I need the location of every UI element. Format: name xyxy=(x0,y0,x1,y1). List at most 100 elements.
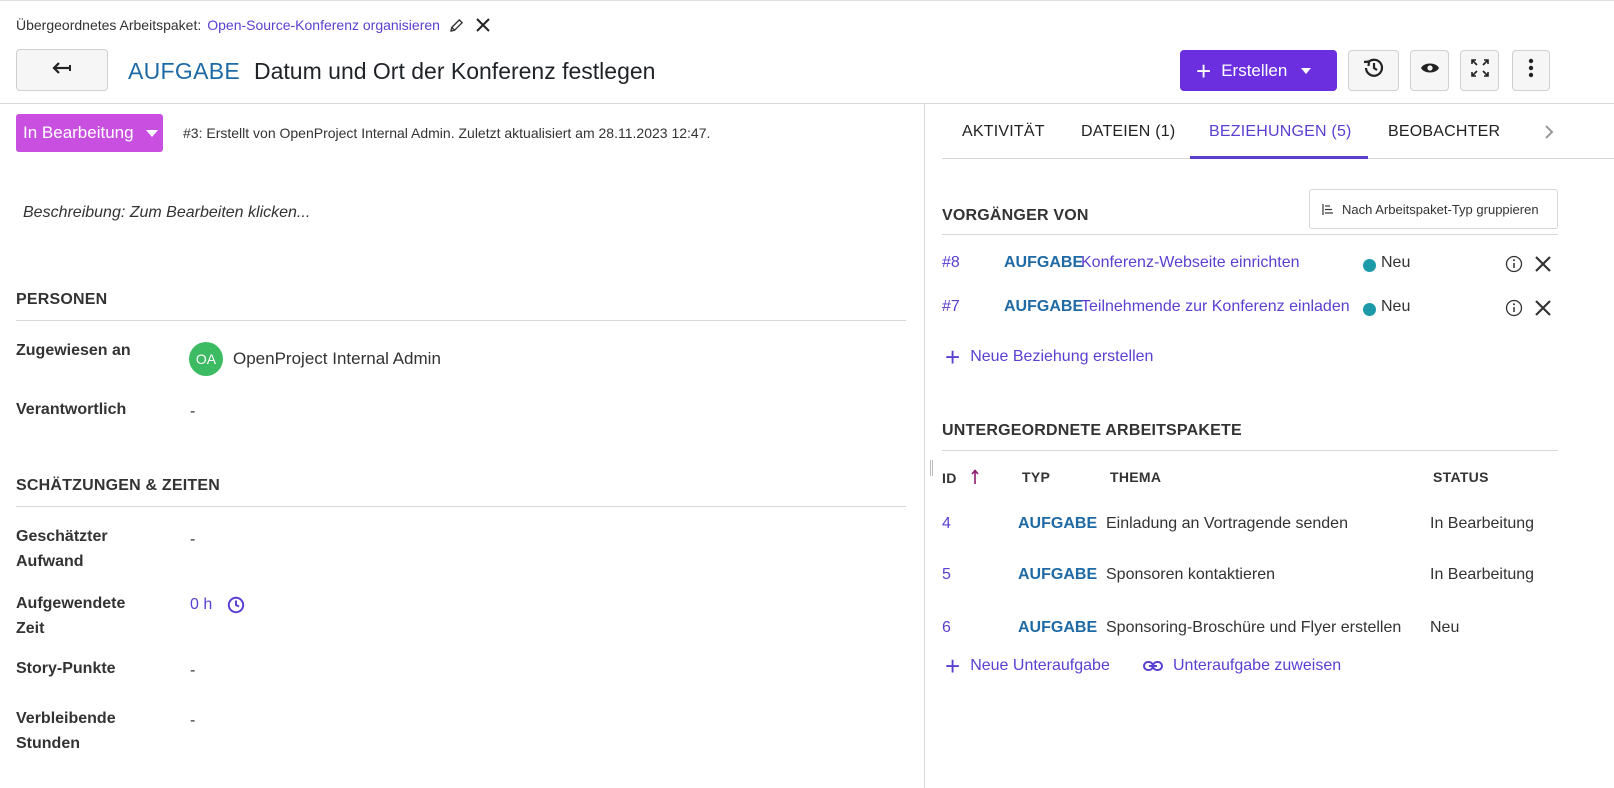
plus-icon: + xyxy=(1196,55,1212,86)
caret-down-icon xyxy=(1301,67,1312,74)
plus-icon: + xyxy=(945,342,961,372)
relation-id[interactable]: #8 xyxy=(942,254,960,272)
active-tab-indicator xyxy=(1190,156,1368,159)
remaining-field[interactable]: - xyxy=(190,712,195,730)
relation-status: Neu xyxy=(1381,254,1411,271)
assign-child-link[interactable]: Unteraufgabe zuweisen xyxy=(1143,657,1341,675)
estimated-label: Geschätzter Aufwand xyxy=(16,524,108,574)
status-label: In Bearbeitung xyxy=(23,123,134,142)
create-button[interactable]: + Erstellen xyxy=(1180,50,1337,91)
column-header-id[interactable]: ID xyxy=(942,469,979,488)
child-type: AUFGABE xyxy=(1018,515,1098,532)
column-header-type[interactable]: TYP xyxy=(1022,469,1050,485)
estimated-label-line2: Aufwand xyxy=(16,553,84,570)
child-status[interactable]: In Bearbeitung xyxy=(1430,566,1534,584)
status-dot xyxy=(1363,259,1376,272)
spent-value: 0 h xyxy=(190,596,213,613)
tab-watchers[interactable]: BEOBACHTER xyxy=(1388,104,1500,159)
section-divider xyxy=(16,506,906,507)
remove-icon[interactable] xyxy=(1534,299,1552,322)
sort-arrow-up-icon xyxy=(971,469,979,488)
column-header-id-label: ID xyxy=(942,470,957,486)
section-divider xyxy=(16,320,906,321)
child-status[interactable]: In Bearbeitung xyxy=(1430,515,1534,533)
estimated-label-line1: Geschätzter xyxy=(16,528,108,545)
story-points-field[interactable]: - xyxy=(190,662,195,680)
chevron-right-icon[interactable] xyxy=(1540,120,1558,144)
group-by-label: Nach Arbeitspaket-Typ gruppieren xyxy=(1342,201,1539,217)
children-section-title: UNTERGEORDNETE ARBEITSPAKETE xyxy=(942,422,1242,439)
child-status[interactable]: Neu xyxy=(1430,619,1459,637)
more-vertical-icon xyxy=(1528,58,1534,83)
people-section-title: PERSONEN xyxy=(16,291,108,308)
relation-id[interactable]: #7 xyxy=(942,298,960,316)
remove-icon[interactable] xyxy=(1534,255,1552,278)
estimates-section-title: SCHÄTZUNGEN & ZEITEN xyxy=(16,477,220,494)
assigned-label: Zugewiesen an xyxy=(16,342,131,359)
parent-label: Übergeordnetes Arbeitspaket: xyxy=(16,17,202,33)
child-subject[interactable]: Sponsoring-Broschüre und Flyer erstellen xyxy=(1106,619,1401,637)
child-type: AUFGABE xyxy=(1018,566,1098,583)
assign-child-label: Unteraufgabe zuweisen xyxy=(1173,657,1342,674)
group-list-icon xyxy=(1322,203,1334,216)
new-relation-label: Neue Beziehung erstellen xyxy=(970,348,1154,365)
status-button[interactable]: In Bearbeitung xyxy=(16,114,163,152)
child-id[interactable]: 6 xyxy=(942,619,951,637)
new-relation-link[interactable]: + Neue Beziehung erstellen xyxy=(945,344,1153,370)
relation-type: AUFGABE xyxy=(1004,298,1084,315)
responsible-field[interactable]: - xyxy=(190,403,195,421)
clock-icon[interactable] xyxy=(227,596,245,614)
spent-label-line1: Aufgewendete xyxy=(16,595,126,612)
back-button[interactable] xyxy=(16,49,108,91)
section-divider xyxy=(942,450,1558,451)
child-id[interactable]: 5 xyxy=(942,566,951,584)
relation-status: Neu xyxy=(1381,298,1411,315)
watch-button[interactable] xyxy=(1410,50,1449,91)
column-header-subject[interactable]: THEMA xyxy=(1110,469,1161,485)
create-label: Erstellen xyxy=(1221,60,1288,80)
spent-label-line2: Zeit xyxy=(16,620,45,637)
pencil-icon[interactable] xyxy=(448,16,466,34)
fullscreen-icon xyxy=(1470,59,1489,82)
estimated-field[interactable]: - xyxy=(190,531,195,549)
info-icon[interactable] xyxy=(1505,255,1523,278)
child-subject[interactable]: Sponsoren kontaktieren xyxy=(1106,566,1275,584)
caret-down-icon xyxy=(145,129,158,137)
parent-work-package: Übergeordnetes Arbeitspaket: Open-Source… xyxy=(16,15,492,35)
resize-handle[interactable] xyxy=(930,460,933,476)
close-icon[interactable] xyxy=(474,16,492,34)
info-icon[interactable] xyxy=(1505,299,1523,322)
new-child-label: Neue Unteraufgabe xyxy=(970,657,1110,674)
work-package-type: AUFGABE xyxy=(128,58,241,84)
work-package-subject[interactable]: Datum und Ort der Konferenz festlegen xyxy=(254,58,655,85)
relation-subject[interactable]: Konferenz-Webseite einrichten xyxy=(1081,254,1359,272)
child-subject[interactable]: Einladung an Vortragende senden xyxy=(1106,515,1348,533)
tab-relations[interactable]: BEZIEHUNGEN (5) xyxy=(1209,104,1352,159)
spent-time-field[interactable]: 0 h xyxy=(190,596,245,614)
child-id[interactable]: 4 xyxy=(942,515,951,533)
activity-history-button[interactable] xyxy=(1348,50,1399,91)
more-actions-button[interactable] xyxy=(1512,50,1550,91)
tab-activity[interactable]: AKTIVITÄT xyxy=(962,104,1045,159)
fullscreen-button[interactable] xyxy=(1460,50,1499,91)
description-field[interactable]: Beschreibung: Zum Bearbeiten klicken... xyxy=(23,204,310,222)
assignee-field[interactable]: OpenProject Internal Admin xyxy=(233,349,441,369)
column-header-status[interactable]: STATUS xyxy=(1433,469,1489,485)
spent-label: Aufgewendete Zeit xyxy=(16,591,125,641)
responsible-label: Verantwortlich xyxy=(16,401,127,418)
eye-icon xyxy=(1420,61,1440,80)
tab-bar: AKTIVITÄT DATEIEN (1) BEZIEHUNGEN (5) BE… xyxy=(942,104,1614,159)
parent-link[interactable]: Open-Source-Konferenz organisieren xyxy=(207,17,440,33)
history-icon xyxy=(1362,56,1386,85)
tab-files[interactable]: DATEIEN (1) xyxy=(1081,104,1175,159)
new-child-link[interactable]: + Neue Unteraufgabe xyxy=(945,653,1110,679)
relation-subject[interactable]: Teilnehmende zur Konferenz einladen xyxy=(1081,298,1359,316)
group-by-type-button[interactable]: Nach Arbeitspaket-Typ gruppieren xyxy=(1309,189,1558,229)
work-package-meta: #3: Erstellt von OpenProject Internal Ad… xyxy=(183,125,711,141)
link-icon xyxy=(1143,661,1163,671)
relation-row: #7 AUFGABE Teilnehmende zur Konferenz ei… xyxy=(942,298,1558,322)
plus-icon: + xyxy=(945,651,961,681)
predecessor-section-title: VORGÄNGER VON xyxy=(942,207,1089,224)
back-arrow-icon xyxy=(52,61,72,79)
page-title: AUFGABE Datum und Ort der Konferenz fest… xyxy=(128,58,655,85)
